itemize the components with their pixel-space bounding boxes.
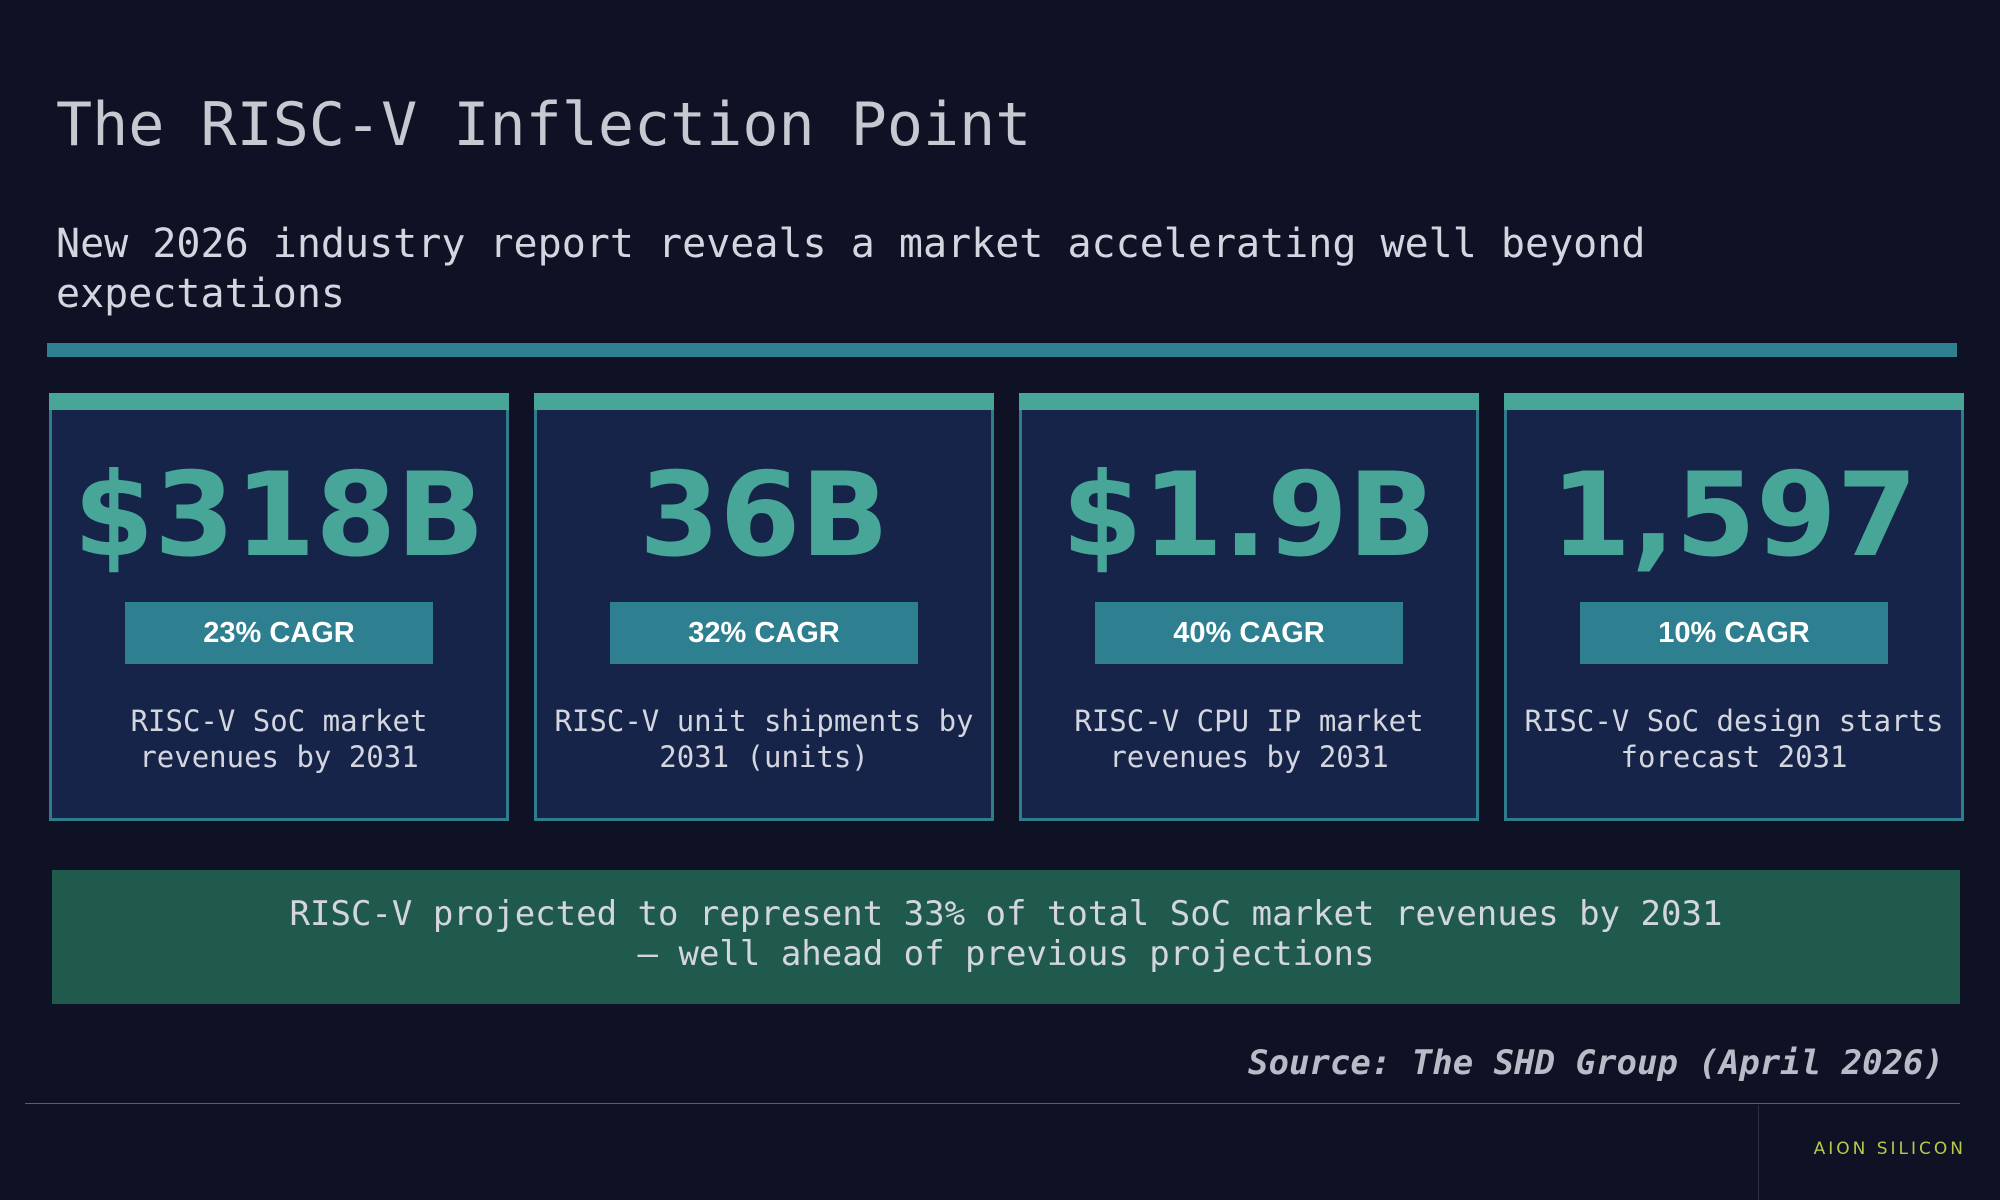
card-accent-bar: [1019, 393, 1479, 410]
source-citation: Source: The SHD Group (April 2026): [1248, 1043, 1944, 1083]
card-value: 1,597: [1550, 448, 1918, 583]
card-label: RISC-V unit shipments by 2031 (units): [554, 704, 974, 774]
card-label: RISC-V CPU IP market revenues by 2031: [1074, 704, 1424, 774]
stat-card-unit-shipments: 36B 32% CAGR RISC-V unit shipments by 20…: [534, 393, 994, 821]
stat-card-cpu-ip-revenue: $1.9B 40% CAGR RISC-V CPU IP market reve…: [1019, 393, 1479, 821]
card-accent-bar: [49, 393, 509, 410]
card-label: RISC-V SoC design starts forecast 2031: [1524, 704, 1944, 774]
slide: The RISC-V Inflection Point New 2026 ind…: [0, 0, 2000, 1200]
slide-subtitle: New 2026 industry report reveals a marke…: [56, 221, 1646, 317]
cagr-badge: 10% CAGR: [1580, 602, 1888, 664]
footer-rule: [25, 1103, 1960, 1104]
summary-banner: RISC-V projected to represent 33% of tot…: [52, 870, 1960, 1004]
card-label: RISC-V SoC market revenues by 2031: [130, 704, 428, 774]
slide-title: The RISC-V Inflection Point: [56, 90, 1032, 160]
title-rule: [47, 343, 1957, 357]
cagr-badge: 23% CAGR: [125, 602, 433, 664]
card-value: $1.9B: [1061, 448, 1437, 583]
cagr-badge: 32% CAGR: [610, 602, 918, 664]
footer-divider: [1758, 1105, 1759, 1200]
card-accent-bar: [534, 393, 994, 410]
card-accent-bar: [1504, 393, 1964, 410]
brand-logo: AION SILICON: [1813, 1139, 1966, 1159]
card-value: $318B: [73, 448, 485, 583]
cagr-badge: 40% CAGR: [1095, 602, 1403, 664]
card-value: 36B: [639, 448, 889, 583]
stat-card-soc-revenue: $318B 23% CAGR RISC-V SoC market revenue…: [49, 393, 509, 821]
stat-card-design-starts: 1,597 10% CAGR RISC-V SoC design starts …: [1504, 393, 1964, 821]
